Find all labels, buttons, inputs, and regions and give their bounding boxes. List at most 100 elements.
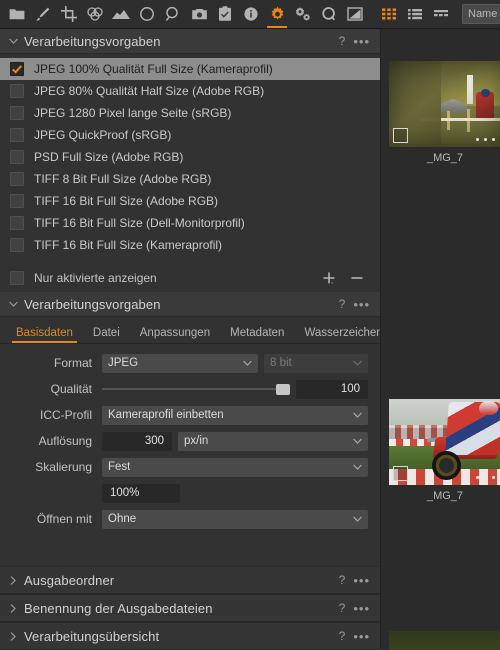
overflow-menu-icon[interactable]: ••• xyxy=(353,574,370,587)
checkbox-icon[interactable] xyxy=(10,172,24,186)
resolution-row: Auflösung 300 px/in xyxy=(0,430,368,452)
format-select[interactable]: JPEG xyxy=(102,353,258,373)
checkbox-icon[interactable] xyxy=(10,150,24,164)
checkbox-icon[interactable] xyxy=(10,238,24,252)
quality-value-field[interactable]: 100 xyxy=(296,379,368,399)
checkbox-icon[interactable] xyxy=(10,128,24,142)
chevron-right-icon[interactable] xyxy=(6,631,20,641)
scaling-controls: Fest xyxy=(102,457,368,477)
quality-slider[interactable] xyxy=(102,380,290,399)
tab-wasserzeichen[interactable]: Wasserzeichen xyxy=(294,327,380,343)
overflow-menu-icon[interactable]: ••• xyxy=(353,602,370,615)
tab-metadaten[interactable]: Metadaten xyxy=(220,327,294,343)
selection-badge[interactable] xyxy=(393,128,408,143)
list-item[interactable]: JPEG QuickProof (sRGB) xyxy=(0,124,380,146)
gradient-icon[interactable] xyxy=(342,0,368,28)
chevron-right-icon[interactable] xyxy=(6,575,20,585)
help-icon[interactable]: ? xyxy=(339,629,346,643)
open-with-row: Öffnen mit Ohne xyxy=(0,508,368,530)
color-wheels-icon[interactable] xyxy=(82,0,108,28)
thumbnail-image[interactable] xyxy=(389,61,500,147)
scaling-amount-row: 100% xyxy=(0,482,368,504)
icc-row: ICC-Profil Kameraprofil einbetten xyxy=(0,404,368,426)
tab-basisdaten[interactable]: Basisdaten xyxy=(6,327,83,343)
bitdepth-select[interactable]: 8 bit xyxy=(264,353,368,373)
slider-knob[interactable] xyxy=(276,384,290,395)
checkbox-checked-icon[interactable] xyxy=(10,62,24,76)
list-item[interactable]: _MG_7 xyxy=(389,61,500,164)
list-item[interactable]: TIFF 16 Bit Full Size (Adobe RGB) xyxy=(0,190,380,212)
overflow-menu-icon[interactable]: ••• xyxy=(353,35,370,48)
list-item[interactable]: _MG_7 xyxy=(389,399,500,502)
list-item[interactable]: TIFF 16 Bit Full Size (Dell-Monitorprofi… xyxy=(0,212,380,234)
grid-view-icon[interactable] xyxy=(376,0,402,28)
clipboard-icon[interactable] xyxy=(212,0,238,28)
resolution-value-field[interactable]: 300 xyxy=(102,431,172,451)
open-with-value: Ohne xyxy=(108,513,137,525)
thumbnail-browser[interactable]: _MG_7 _MG_7 xyxy=(381,29,500,650)
list-item[interactable]: JPEG 80% Qualität Half Size (Adobe RGB) xyxy=(0,80,380,102)
gears-icon[interactable] xyxy=(290,0,316,28)
camera-icon[interactable] xyxy=(186,0,212,28)
checkbox-icon[interactable] xyxy=(10,194,24,208)
help-icon[interactable]: ? xyxy=(339,601,346,615)
list-item[interactable]: TIFF 16 Bit Full Size (Kameraprofil) xyxy=(0,234,380,256)
search-input[interactable]: Name xyxy=(462,4,500,24)
detail-view-icon[interactable] xyxy=(428,0,454,28)
chevron-down-icon[interactable] xyxy=(6,301,20,307)
tab-datei[interactable]: Datei xyxy=(83,327,130,343)
file-naming-panel-header[interactable]: Benennung der Ausgabedateien ? ••• xyxy=(0,594,380,622)
process-summary-panel-header[interactable]: Verarbeitungsübersicht ? ••• xyxy=(0,622,380,650)
help-icon[interactable]: ? xyxy=(339,573,346,587)
scaling-label: Skalierung xyxy=(35,460,92,474)
list-item[interactable]: JPEG 1280 Pixel lange Seite (sRGB) xyxy=(0,102,380,124)
process-summary-panel-title: Verarbeitungsübersicht xyxy=(24,628,160,644)
show-enabled-only-checkbox[interactable] xyxy=(10,271,24,285)
thumbnail-image[interactable] xyxy=(389,399,500,485)
remove-preset-button[interactable] xyxy=(350,271,364,285)
list-item[interactable]: TIFF 8 Bit Full Size (Adobe RGB) xyxy=(0,168,380,190)
overflow-menu-icon[interactable]: ••• xyxy=(353,630,370,643)
brush-icon[interactable] xyxy=(30,0,56,28)
chevron-down-icon[interactable] xyxy=(6,38,20,44)
list-item-label: TIFF 16 Bit Full Size (Kameraprofil) xyxy=(34,238,223,252)
checkbox-icon[interactable] xyxy=(10,84,24,98)
crop-icon[interactable] xyxy=(56,0,82,28)
resolution-unit-select[interactable]: px/in xyxy=(178,431,368,451)
output-folder-panel-title: Ausgabeordner xyxy=(24,572,115,588)
presets-panel-header[interactable]: Verarbeitungsvorgaben ? ••• xyxy=(0,29,380,54)
q-icon[interactable] xyxy=(316,0,342,28)
tab-anpassungen[interactable]: Anpassungen xyxy=(130,327,220,343)
scaling-select-value: Fest xyxy=(108,461,131,473)
magnifier-icon[interactable] xyxy=(160,0,186,28)
help-icon[interactable]: ? xyxy=(339,297,346,311)
list-item[interactable]: PSD Full Size (Adobe RGB) xyxy=(0,146,380,168)
tool-group-right: Name xyxy=(376,0,500,28)
circle-icon[interactable] xyxy=(134,0,160,28)
chevron-right-icon[interactable] xyxy=(6,603,20,613)
scaling-amount-field[interactable]: 100% xyxy=(102,483,180,503)
overflow-menu-icon[interactable]: ••• xyxy=(353,298,370,311)
resolution-unit-value: px/in xyxy=(184,435,209,447)
checkbox-icon[interactable] xyxy=(10,106,24,120)
list-view-icon[interactable] xyxy=(402,0,428,28)
output-folder-panel-header[interactable]: Ausgabeordner ? ••• xyxy=(0,566,380,594)
list-item[interactable]: JPEG 100% Qualität Full Size (Kameraprof… xyxy=(0,58,380,80)
folder-icon[interactable] xyxy=(4,0,30,28)
add-preset-button[interactable] xyxy=(322,271,336,285)
checkbox-icon[interactable] xyxy=(10,216,24,230)
help-icon[interactable]: ? xyxy=(339,34,346,48)
list-item[interactable] xyxy=(389,631,500,650)
icc-label: ICC-Profil xyxy=(39,408,92,422)
selection-badge[interactable] xyxy=(393,466,408,481)
settings-panel-header[interactable]: Verarbeitungsvorgaben ? ••• xyxy=(0,292,380,317)
open-with-select[interactable]: Ohne xyxy=(102,509,368,529)
format-select-value: JPEG xyxy=(108,357,139,369)
exposure-icon[interactable] xyxy=(108,0,134,28)
icc-profile-select[interactable]: Kameraprofil einbetten xyxy=(102,405,368,425)
scaling-select[interactable]: Fest xyxy=(102,457,368,477)
list-item-label: TIFF 8 Bit Full Size (Adobe RGB) xyxy=(34,172,212,186)
thumbnail-image[interactable] xyxy=(389,631,500,650)
info-icon[interactable] xyxy=(238,0,264,28)
gear-icon[interactable] xyxy=(264,0,290,28)
